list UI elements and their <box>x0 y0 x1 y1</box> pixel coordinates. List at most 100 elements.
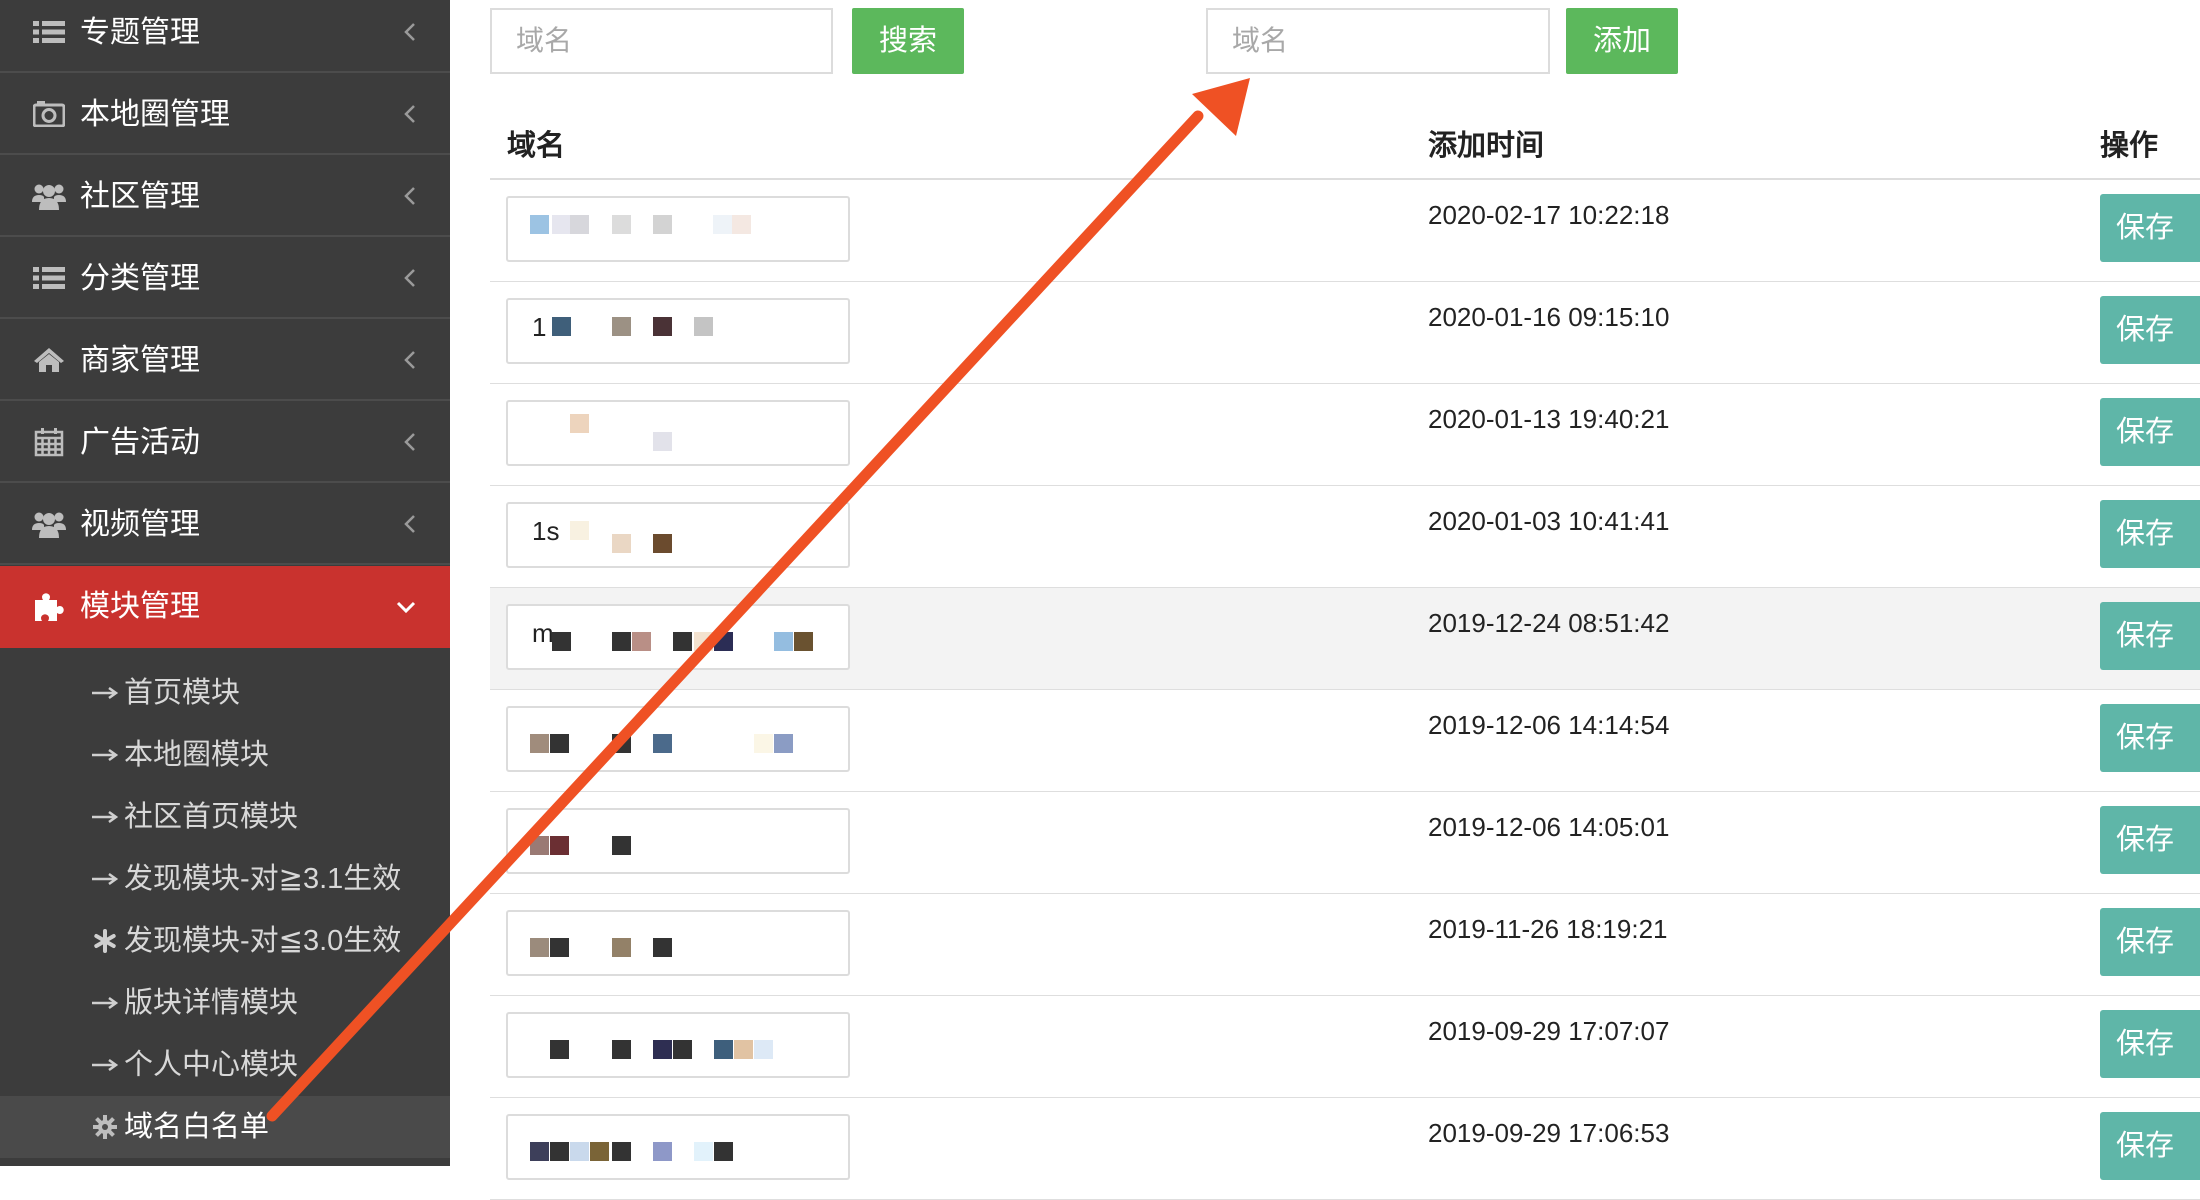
add-time: 2019-12-06 14:05:01 <box>1428 812 1670 842</box>
search-button[interactable]: 搜索 <box>852 8 964 74</box>
menu-item-label: 模块管理 <box>80 590 200 623</box>
table-row: 2020-02-17 10:22:18 保存 <box>490 180 2200 282</box>
submenu-item-discover-module-old[interactable]: 发现模块-对≦3.0生效 <box>0 910 450 972</box>
redacted-block <box>530 938 549 957</box>
chevron-left-icon <box>404 0 416 71</box>
redacted-block <box>612 836 631 855</box>
redacted-block <box>570 215 589 234</box>
camera-icon <box>32 75 66 153</box>
submenu-item-label: 社区首页模块 <box>124 801 299 833</box>
redacted-block <box>694 632 713 651</box>
submenu-item-board-detail-module[interactable]: 版块详情模块 <box>0 972 450 1034</box>
chevron-down-icon <box>396 566 416 648</box>
table-row: 2019-12-06 14:05:01 保存 <box>490 792 2200 894</box>
calendar-icon <box>32 403 66 481</box>
menu-item-modules[interactable]: 模块管理 <box>0 566 450 648</box>
save-button[interactable]: 保存 <box>2100 500 2200 568</box>
table-row: 2019-09-29 17:07:07 保存 <box>490 996 2200 1098</box>
redacted-block <box>713 215 732 234</box>
redacted-block <box>570 1142 589 1161</box>
menu-item-topics[interactable]: 专题管理 <box>0 0 450 73</box>
menu-item-categories[interactable]: 分类管理 <box>0 239 450 319</box>
submenu-item-profile-module[interactable]: 个人中心模块 <box>0 1034 450 1096</box>
arrow-right-icon <box>88 786 122 848</box>
menu-item-merchants[interactable]: 商家管理 <box>0 321 450 401</box>
domain-text: 1 <box>532 312 547 342</box>
redacted-block <box>774 632 793 651</box>
save-button[interactable]: 保存 <box>2100 194 2200 262</box>
arrow-right-icon <box>88 662 122 724</box>
column-header-domain: 域名 <box>507 130 566 162</box>
list-icon <box>32 0 66 71</box>
submenu-item-label: 首页模块 <box>124 677 241 709</box>
domain-field[interactable]: m <box>506 604 850 670</box>
add-time: 2020-01-13 19:40:21 <box>1428 404 1670 434</box>
save-button[interactable]: 保存 <box>2100 398 2200 466</box>
add-time: 2019-09-29 17:06:53 <box>1428 1118 1670 1148</box>
domain-field[interactable] <box>506 400 850 466</box>
submenu-item-local-circle-module[interactable]: 本地圈模块 <box>0 724 450 786</box>
menu-item-label: 社区管理 <box>80 180 200 213</box>
chevron-left-icon <box>404 321 416 399</box>
redacted-block <box>632 632 651 651</box>
domain-field[interactable]: 1 <box>506 298 850 364</box>
redacted-block <box>530 734 549 753</box>
submenu-item-domain-whitelist[interactable]: 域名白名单 <box>0 1096 450 1158</box>
add-time: 2020-01-16 09:15:10 <box>1428 302 1670 332</box>
redacted-block <box>653 1040 672 1059</box>
column-header-add-time: 添加时间 <box>1428 130 1545 162</box>
submenu-item-community-home-module[interactable]: 社区首页模块 <box>0 786 450 848</box>
redacted-block <box>570 414 589 433</box>
domain-field[interactable] <box>506 910 850 976</box>
table-row: 2020-01-13 19:40:21 保存 <box>490 384 2200 486</box>
domain-field[interactable] <box>506 1114 850 1180</box>
search-domain-input[interactable] <box>490 8 833 74</box>
redacted-block <box>530 215 549 234</box>
redacted-block <box>714 632 733 651</box>
redacted-block <box>754 734 773 753</box>
add-time: 2019-12-06 14:14:54 <box>1428 710 1670 740</box>
domain-field[interactable] <box>506 808 850 874</box>
domain-field[interactable]: 1s <box>506 502 850 568</box>
save-button[interactable]: 保存 <box>2100 296 2200 364</box>
submenu-item-label: 版块详情模块 <box>124 987 299 1019</box>
menu-item-ads[interactable]: 广告活动 <box>0 403 450 483</box>
redacted-block <box>612 215 631 234</box>
save-button[interactable]: 保存 <box>2100 1010 2200 1078</box>
table-row: 1 2020-01-16 09:15:10 保存 <box>490 282 2200 384</box>
save-button[interactable]: 保存 <box>2100 602 2200 670</box>
submenu-item-label: 本地圈模块 <box>124 739 270 771</box>
chevron-left-icon <box>404 157 416 235</box>
add-time: 2020-02-17 10:22:18 <box>1428 200 1670 230</box>
chevron-left-icon <box>404 75 416 153</box>
domain-field[interactable] <box>506 706 850 772</box>
menu-item-videos[interactable]: 视频管理 <box>0 485 450 565</box>
add-domain-input[interactable] <box>1206 8 1550 74</box>
column-header-action: 操作 <box>2100 130 2159 162</box>
redacted-block <box>612 317 631 336</box>
save-button[interactable]: 保存 <box>2100 704 2200 772</box>
save-button[interactable]: 保存 <box>2100 1112 2200 1180</box>
add-button[interactable]: 添加 <box>1566 8 1678 74</box>
redacted-block <box>550 1142 569 1161</box>
redacted-block <box>530 1142 549 1161</box>
domain-field[interactable] <box>506 1012 850 1078</box>
domain-field[interactable] <box>506 196 850 262</box>
redacted-block <box>694 1142 713 1161</box>
redacted-block <box>570 521 589 540</box>
redacted-block <box>590 1142 609 1161</box>
sidebar: 专题管理 本地圈管理 社区管理 分类管理 商家管理 广告活动 视频管理 模块管理… <box>0 0 450 1166</box>
arrow-right-icon <box>88 972 122 1034</box>
redacted-block <box>714 1040 733 1059</box>
users-icon <box>32 485 66 563</box>
menu-item-community[interactable]: 社区管理 <box>0 157 450 237</box>
menu-item-local-circle[interactable]: 本地圈管理 <box>0 75 450 155</box>
menu-item-label: 商家管理 <box>80 344 200 377</box>
submenu-item-home-module[interactable]: 首页模块 <box>0 662 450 724</box>
table-row: 1s 2020-01-03 10:41:41 保存 <box>490 486 2200 588</box>
submenu-item-discover-module-new[interactable]: 发现模块-对≧3.1生效 <box>0 848 450 910</box>
redacted-block <box>552 317 571 336</box>
save-button[interactable]: 保存 <box>2100 806 2200 874</box>
save-button[interactable]: 保存 <box>2100 908 2200 976</box>
users-icon <box>32 157 66 235</box>
